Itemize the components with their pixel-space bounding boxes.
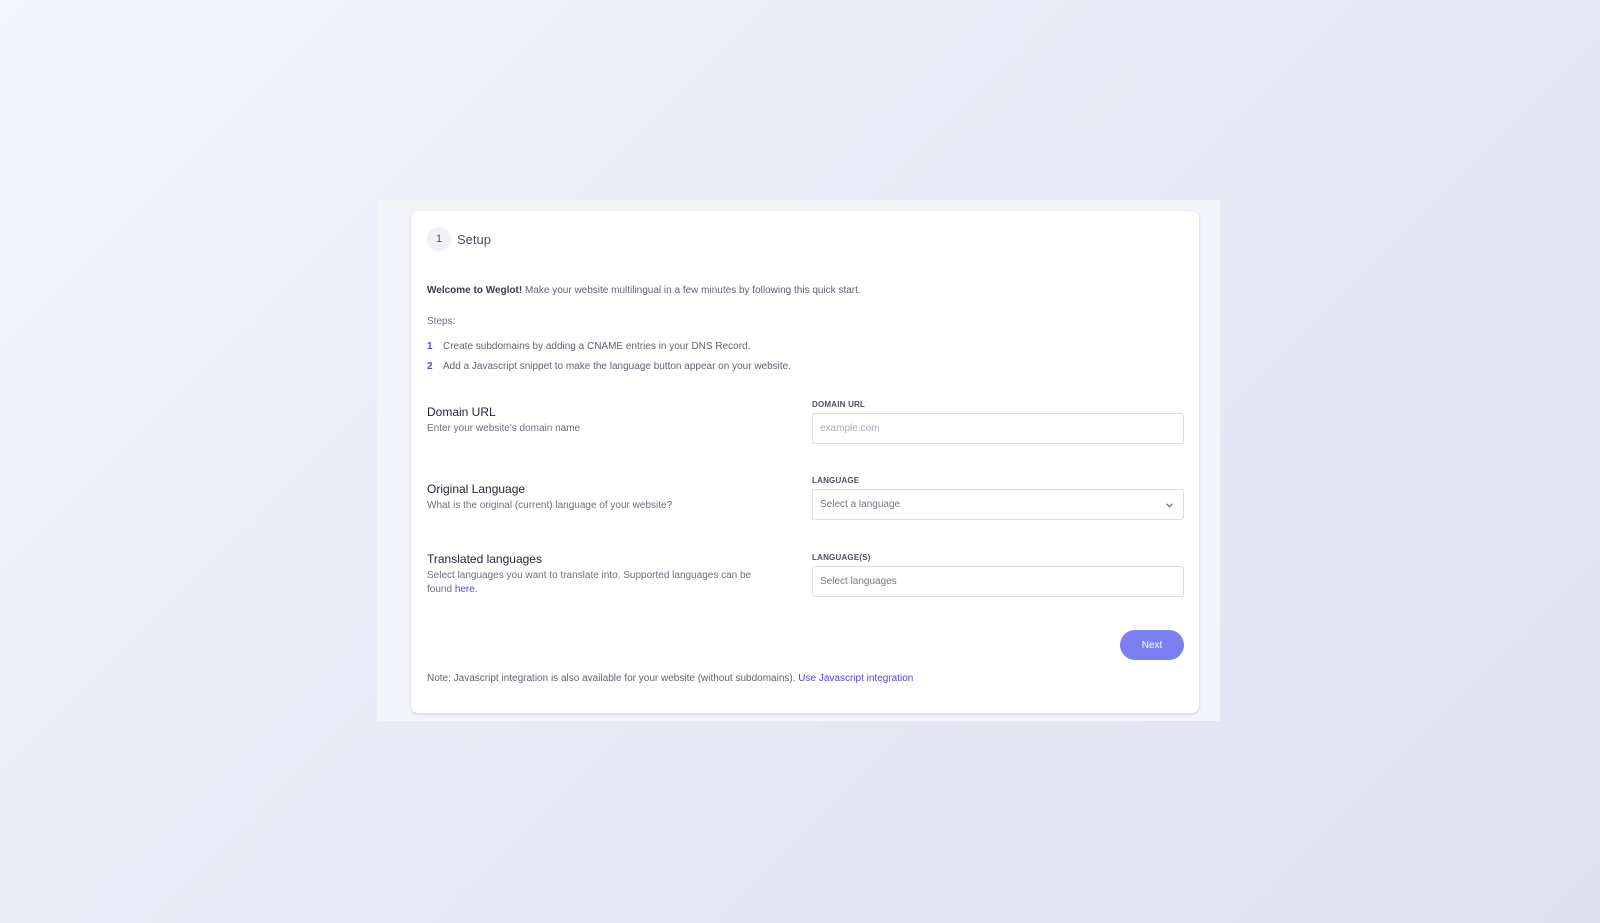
domain-url-field[interactable] <box>812 413 1184 444</box>
use-javascript-integration-link[interactable]: Use Javascript integration <box>798 673 913 684</box>
next-button[interactable]: Next <box>1120 630 1184 660</box>
original-language-select-value: Select a language <box>820 499 901 510</box>
welcome-body: Make your website multilingual in a few … <box>522 285 861 296</box>
chevron-down-icon <box>1166 503 1173 508</box>
steps-label: Steps: <box>427 316 456 327</box>
welcome-text: Welcome to Weglot! Make your website mul… <box>427 285 861 296</box>
step-number-badge: 1 <box>427 227 451 251</box>
original-language-title: Original Language <box>427 482 526 496</box>
list-item-step: 2 Add a Javascript snippet to make the l… <box>427 361 791 372</box>
step-text: Add a Javascript snippet to make the lan… <box>443 361 792 372</box>
languages-field-label: LANGUAGE(S) <box>812 553 871 562</box>
welcome-bold: Welcome to Weglot! <box>427 285 523 296</box>
domain-section-title: Domain URL <box>427 405 496 419</box>
domain-field-label: DOMAIN URL <box>812 400 866 409</box>
original-language-select[interactable]: Select a language <box>812 489 1184 520</box>
translated-languages-select[interactable]: Select languages <box>812 566 1184 597</box>
step-header: 1 Setup <box>427 227 491 251</box>
step-text: Create subdomains by adding a CNAME entr… <box>443 341 751 352</box>
link-suffix: . <box>474 584 478 595</box>
original-language-description: What is the original (current) language … <box>427 500 673 511</box>
step-index: 1 <box>427 341 433 352</box>
translated-languages-description: Select languages you want to translate i… <box>427 569 767 597</box>
domain-url-input[interactable] <box>820 423 1183 434</box>
translated-languages-title: Translated languages <box>427 552 542 566</box>
domain-section-description: Enter your website's domain name <box>427 423 581 434</box>
list-item-step: 1 Create subdomains by adding a CNAME en… <box>427 341 750 352</box>
javascript-note: Note: Javascript integration is also ava… <box>427 673 913 684</box>
step-title: Setup <box>457 231 491 247</box>
translated-languages-select-value: Select languages <box>820 576 897 587</box>
step-index: 2 <box>427 361 433 372</box>
supported-languages-link[interactable]: here <box>455 584 475 595</box>
setup-card: 1 Setup Welcome to Weglot! Make your web… <box>411 211 1199 713</box>
language-field-label: LANGUAGE <box>812 476 860 485</box>
note-text: Note: Javascript integration is also ava… <box>427 673 799 684</box>
